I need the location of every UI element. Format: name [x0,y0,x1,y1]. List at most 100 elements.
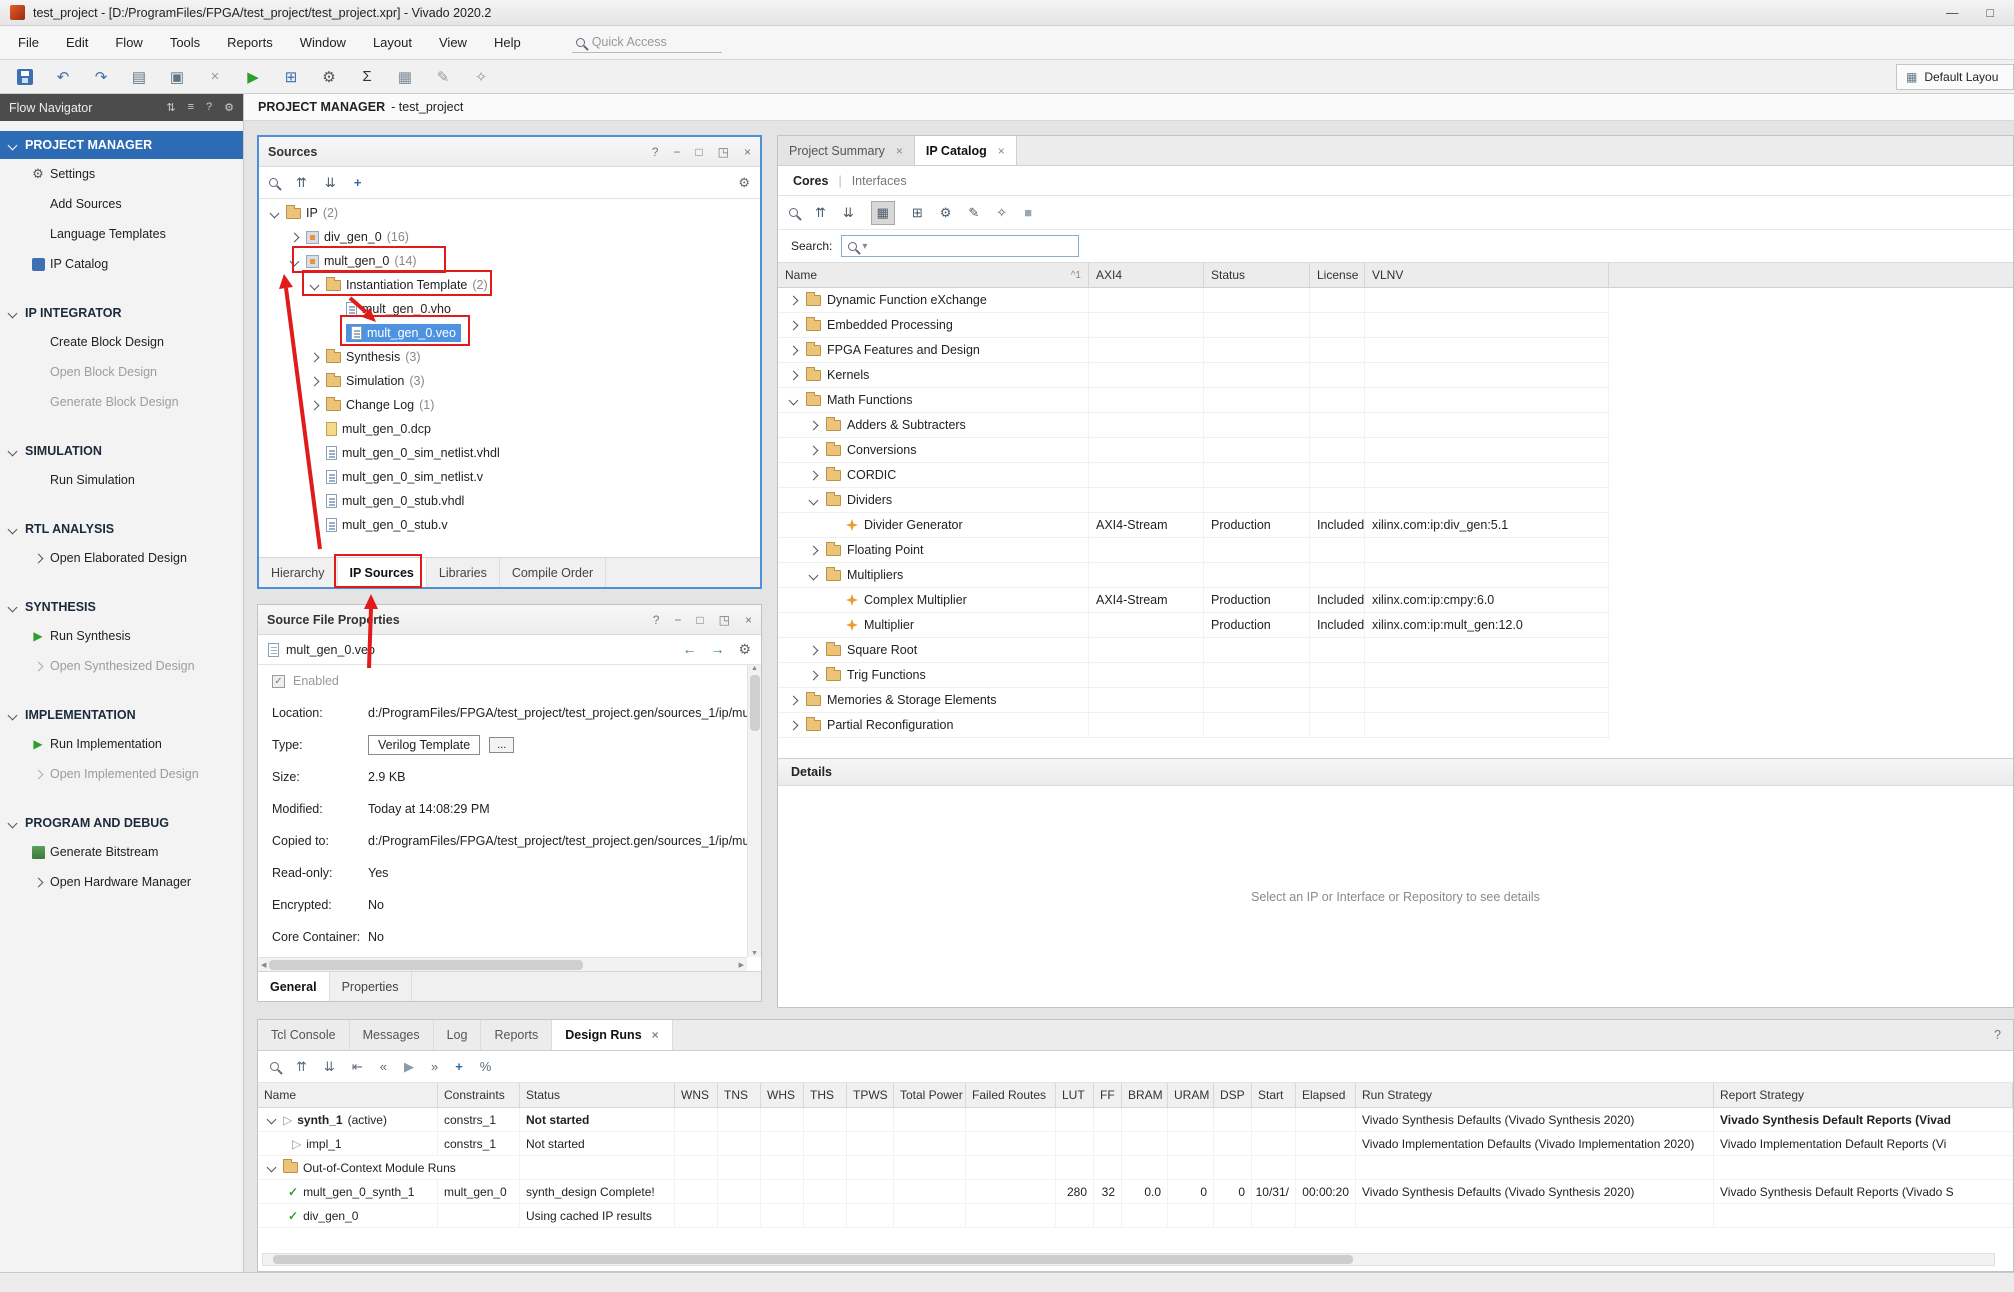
tab-project-summary[interactable]: Project Summary × [778,136,915,165]
ip-row-kernels[interactable]: Kernels [778,363,1609,388]
settings-wrench-icon[interactable]: ⚙ [940,205,952,221]
tree-row-mult-gen-0[interactable]: mult_gen_0 (14) [259,249,760,273]
browse-button[interactable]: ... [489,737,514,753]
column-elapsed[interactable]: Elapsed [1296,1083,1356,1107]
column-vlnv[interactable]: VLNV [1365,263,1609,287]
sidebar-item-run-implementation[interactable]: ▶ Run Implementation [0,729,243,759]
edit-pencil-button[interactable]: ✎ [432,66,454,88]
expander-icon[interactable] [287,234,301,241]
maximize-button[interactable]: □ [1986,6,1994,20]
sidebar-item-run-synthesis[interactable]: ▶ Run Synthesis [0,621,243,651]
column-lut[interactable]: LUT [1056,1083,1094,1107]
column-license[interactable]: License [1310,263,1365,287]
help-icon[interactable]: ? [653,613,660,627]
forward-icon[interactable]: → [710,641,724,658]
tree-row-div-gen-0[interactable]: div_gen_0 (16) [259,225,760,249]
expand-all-icon[interactable]: ⇊ [843,205,854,221]
ip-row-multiplier[interactable]: Multiplier Production Included xilinx.co… [778,613,1609,638]
help-icon[interactable]: ? [652,145,659,159]
ip-row-adders-subtracters[interactable]: Adders & Subtracters [778,413,1609,438]
column-start[interactable]: Start [1252,1083,1296,1107]
tab-ip-catalog[interactable]: IP Catalog × [915,136,1017,165]
redo-button[interactable]: ↷ [90,66,112,88]
maximize-icon[interactable]: □ [696,613,703,627]
search-icon[interactable] [270,1062,279,1071]
expander-icon[interactable] [264,1116,278,1123]
scroll-up-icon[interactable]: ▲ [751,665,758,672]
sidebar-item-add-sources[interactable]: Add Sources [0,189,243,219]
collapse-all-icon[interactable]: ⇈ [296,1059,307,1075]
tab-messages[interactable]: Messages [350,1020,434,1050]
scrollbar-thumb[interactable] [273,1255,1353,1264]
column-constraints[interactable]: Constraints [438,1083,520,1107]
sidebar-item-settings[interactable]: ⚙ Settings [0,159,243,189]
ip-row-embedded-processing[interactable]: Embedded Processing [778,313,1609,338]
close-icon[interactable]: × [896,144,903,158]
column-tpws[interactable]: TPWS [847,1083,894,1107]
expander-icon[interactable] [307,282,321,289]
probe-button[interactable]: ✧ [470,66,492,88]
sidebar-item-open-elaborated-design[interactable]: Open Elaborated Design [0,543,243,573]
cancel-button[interactable]: × [204,66,226,88]
close-icon[interactable]: × [652,1028,659,1042]
ip-search-input[interactable]: ▾ [841,235,1079,257]
tree-row-sim-netlist-v[interactable]: mult_gen_0_sim_netlist.v [259,465,760,489]
section-program-and-debug[interactable]: PROGRAM AND DEBUG [0,809,243,837]
column-status[interactable]: Status [520,1083,675,1107]
expander-icon[interactable] [287,258,301,265]
tab-reports[interactable]: Reports [481,1020,552,1050]
expander-icon[interactable] [806,497,820,504]
ip-row-floating-point[interactable]: Floating Point [778,538,1609,563]
tab-general[interactable]: General [258,972,330,1001]
menu-item-help[interactable]: Help [494,35,521,50]
expander-icon[interactable] [806,422,820,429]
sigma-button[interactable]: Σ [356,66,378,88]
ip-row-math-functions[interactable]: Math Functions [778,388,1609,413]
section-rtl-analysis[interactable]: RTL ANALYSIS [0,515,243,543]
sidebar-item-run-simulation[interactable]: Run Simulation [0,465,243,495]
expander-icon[interactable] [267,210,281,217]
tree-row-mult-gen-0-veo[interactable]: mult_gen_0.veo [259,321,760,345]
search-icon[interactable] [269,178,278,187]
edit-pencil-icon[interactable]: ✎ [968,205,979,221]
scroll-right-icon[interactable]: ▶ [739,961,744,969]
column-axi4[interactable]: AXI4 [1089,263,1204,287]
section-project-manager[interactable]: PROJECT MANAGER [0,131,243,159]
menu-item-reports[interactable]: Reports [227,35,273,50]
ip-row-dynamic-function-exchange[interactable]: Dynamic Function eXchange [778,288,1609,313]
step-back-icon[interactable]: « [380,1059,387,1074]
float-icon[interactable]: ◳ [718,145,729,159]
expander-icon[interactable] [307,354,321,361]
vertical-scrollbar[interactable]: ▲ ▼ [747,665,761,957]
tree-row-synthesis[interactable]: Synthesis (3) [259,345,760,369]
ip-row-memories-storage[interactable]: Memories & Storage Elements [778,688,1609,713]
run-icon[interactable]: ▶ [404,1059,414,1075]
add-sources-button[interactable]: + [354,175,362,190]
ip-row-complex-multiplier[interactable]: Complex Multiplier AXI4-Stream Productio… [778,588,1609,613]
expander-icon[interactable] [307,402,321,409]
tree-row-mult-gen-0-vho[interactable]: mult_gen_0.vho [259,297,760,321]
float-icon[interactable]: ◳ [719,613,730,627]
menu-item-view[interactable]: View [439,35,467,50]
expander-icon[interactable] [786,322,800,329]
sidebar-item-open-hardware-manager[interactable]: Open Hardware Manager [0,867,243,897]
scroll-left-icon[interactable]: ◀ [261,961,266,969]
tree-row-change-log[interactable]: Change Log (1) [259,393,760,417]
column-run-strategy[interactable]: Run Strategy [1356,1083,1714,1107]
horizontal-scrollbar[interactable]: ◀ ▶ [258,957,747,971]
tab-compile-order[interactable]: Compile Order [500,558,606,587]
collapse-updown-icon[interactable]: ⇅ [166,101,175,114]
expand-all-icon[interactable]: ⇊ [325,175,336,191]
tree-row-dcp[interactable]: mult_gen_0.dcp [259,417,760,441]
search-icon[interactable] [789,208,798,217]
back-icon[interactable]: ← [682,641,696,658]
table-button[interactable]: ▦ [394,66,416,88]
tree-row-ip[interactable]: IP (2) [259,201,760,225]
scrollbar-thumb[interactable] [269,960,583,970]
ip-row-conversions[interactable]: Conversions [778,438,1609,463]
menu-item-layout[interactable]: Layout [373,35,412,50]
tree-row-simulation[interactable]: Simulation (3) [259,369,760,393]
column-failed-routes[interactable]: Failed Routes [966,1083,1056,1107]
column-wns[interactable]: WNS [675,1083,718,1107]
tree-row-stub-vhdl[interactable]: mult_gen_0_stub.vhdl [259,489,760,513]
